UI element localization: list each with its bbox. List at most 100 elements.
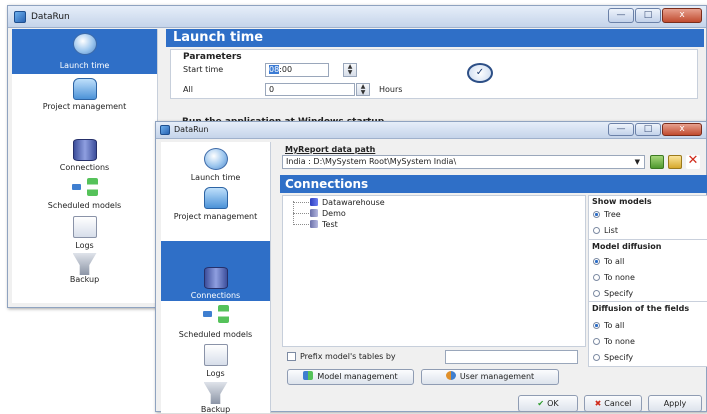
- maximize-button[interactable]: □: [635, 123, 661, 136]
- page-title: Launch time: [173, 30, 264, 45]
- nav-label: Connections: [190, 291, 241, 300]
- app-icon: [14, 11, 26, 23]
- nav-item-backup[interactable]: Backup: [161, 380, 270, 414]
- folder-open-icon[interactable]: [650, 155, 664, 169]
- fields-diffusion-to-none-radio[interactable]: To none: [593, 337, 635, 346]
- scheduled-models-icon: [71, 177, 98, 199]
- model-diffusion-to-none-radio[interactable]: To none: [593, 273, 635, 282]
- model-diffusion-specify-radio[interactable]: Specify: [593, 289, 633, 298]
- button-label: Cancel: [604, 399, 632, 408]
- tree-item-datawarehouse[interactable]: Datawarehouse: [310, 198, 385, 207]
- delete-icon[interactable]: ✕: [686, 154, 700, 169]
- radio-icon: [593, 274, 600, 281]
- nav-item-launch-time[interactable]: Launch time: [161, 146, 270, 186]
- cancel-button[interactable]: ✖ Cancel: [584, 395, 642, 412]
- start-time-spinner[interactable]: ▲ ▼: [343, 63, 357, 77]
- back-titlebar[interactable]: DataRun — □ x: [8, 6, 706, 28]
- model-diffusion-heading: Model diffusion: [592, 242, 662, 251]
- minimize-button[interactable]: —: [608, 8, 634, 23]
- nav-item-project-management[interactable]: Project management: [12, 76, 157, 118]
- connections-tree[interactable]: Datawarehouse Demo Test: [282, 195, 586, 347]
- tree-item-label: Datawarehouse: [322, 198, 385, 207]
- ok-button[interactable]: ✔ OK: [518, 395, 578, 412]
- radio-icon: [593, 338, 600, 345]
- nav-item-project-management[interactable]: Project management: [161, 187, 270, 227]
- fields-diffusion-to-all-radio[interactable]: To all: [593, 321, 624, 330]
- model-diffusion-to-all-radio[interactable]: To all: [593, 257, 624, 266]
- minimize-button[interactable]: —: [608, 123, 634, 136]
- start-time-label: Start time: [183, 65, 224, 74]
- prefix-checkbox[interactable]: [287, 352, 296, 361]
- radio-label: To none: [604, 273, 635, 282]
- prefix-input[interactable]: [445, 350, 578, 364]
- close-button[interactable]: x: [662, 123, 702, 136]
- start-time-input[interactable]: 08:00: [265, 63, 329, 77]
- nav-item-launch-time[interactable]: Launch time: [12, 29, 157, 74]
- radio-icon: [593, 227, 600, 234]
- all-hours-input[interactable]: 0: [265, 83, 355, 96]
- show-models-heading: Show models: [592, 197, 652, 206]
- tree-guide: [293, 202, 309, 203]
- prefix-label: Prefix model's tables by: [300, 352, 396, 361]
- nav-item-connections[interactable]: Connections: [12, 137, 157, 177]
- users-icon: [445, 371, 456, 380]
- nav-item-scheduled-models[interactable]: Scheduled models: [161, 302, 270, 342]
- nav-label: Project management: [42, 102, 127, 111]
- clock-picker-button[interactable]: ✓: [467, 63, 493, 83]
- options-panel: Show models Tree List Model diffusion To…: [588, 195, 707, 367]
- folder-icon: [203, 187, 228, 209]
- start-time-hour: 08: [269, 65, 280, 74]
- hours-label: Hours: [379, 85, 403, 94]
- nav-item-scheduled-models[interactable]: Scheduled models: [12, 177, 157, 215]
- apply-button[interactable]: Apply: [648, 395, 702, 412]
- nav-label: Launch time: [59, 61, 110, 70]
- edit-icon[interactable]: [668, 155, 682, 169]
- nav-item-logs[interactable]: Logs: [161, 342, 270, 380]
- show-models-list-radio[interactable]: List: [593, 226, 618, 235]
- tree-item-demo[interactable]: Demo: [310, 209, 346, 218]
- front-window: DataRun — □ x Launch time Project manage…: [155, 121, 707, 414]
- clock-icon: [72, 33, 97, 55]
- nav-label: Launch time: [190, 173, 241, 182]
- radio-label: Specify: [604, 289, 634, 298]
- chevron-down-icon: ▼: [634, 158, 640, 166]
- nav-label: Project management: [173, 212, 258, 221]
- nav-label: Connections: [59, 163, 110, 172]
- data-path-select[interactable]: India : D:\MySystem Root\MySystem India\…: [282, 155, 645, 169]
- page-header: Launch time: [166, 29, 704, 47]
- radio-label: To all: [604, 321, 625, 330]
- page-title: Connections: [285, 177, 369, 191]
- close-button[interactable]: x: [662, 8, 702, 23]
- window-controls: — □ x: [608, 8, 702, 23]
- button-label: OK: [547, 399, 559, 408]
- nav-item-connections[interactable]: Connections: [161, 241, 270, 301]
- radio-label: To all: [604, 257, 625, 266]
- maximize-button[interactable]: □: [635, 8, 661, 23]
- all-hours-value: 0: [269, 85, 275, 94]
- tree-item-test[interactable]: Test: [310, 220, 338, 229]
- nav-label: Scheduled models: [178, 330, 253, 339]
- button-label: User management: [459, 372, 535, 381]
- database-icon: [203, 267, 228, 289]
- user-management-button[interactable]: User management: [421, 369, 559, 385]
- button-label: Apply: [663, 399, 687, 408]
- front-titlebar[interactable]: DataRun — □ x: [156, 122, 706, 139]
- all-hours-spinner[interactable]: ▲ ▼: [356, 83, 370, 96]
- radio-label: To none: [604, 337, 635, 346]
- logs-icon: [203, 344, 228, 366]
- nav-item-backup[interactable]: Backup: [12, 251, 157, 287]
- fields-diffusion-heading: Diffusion of the fields: [592, 304, 690, 313]
- nav-label: Logs: [206, 369, 225, 378]
- radio-icon: [593, 290, 600, 297]
- model-management-button[interactable]: Model management: [287, 369, 414, 385]
- tree-item-label: Demo: [322, 209, 346, 218]
- radio-label: List: [604, 226, 618, 235]
- divider: [589, 301, 707, 302]
- connections-header: Connections: [280, 175, 707, 193]
- nav-item-logs[interactable]: Logs: [12, 215, 157, 253]
- app-icon: [160, 125, 170, 135]
- window-controls: — □ x: [608, 123, 702, 136]
- show-models-tree-radio[interactable]: Tree: [593, 210, 621, 219]
- clock-icon: [203, 148, 228, 170]
- fields-diffusion-specify-radio[interactable]: Specify: [593, 353, 633, 362]
